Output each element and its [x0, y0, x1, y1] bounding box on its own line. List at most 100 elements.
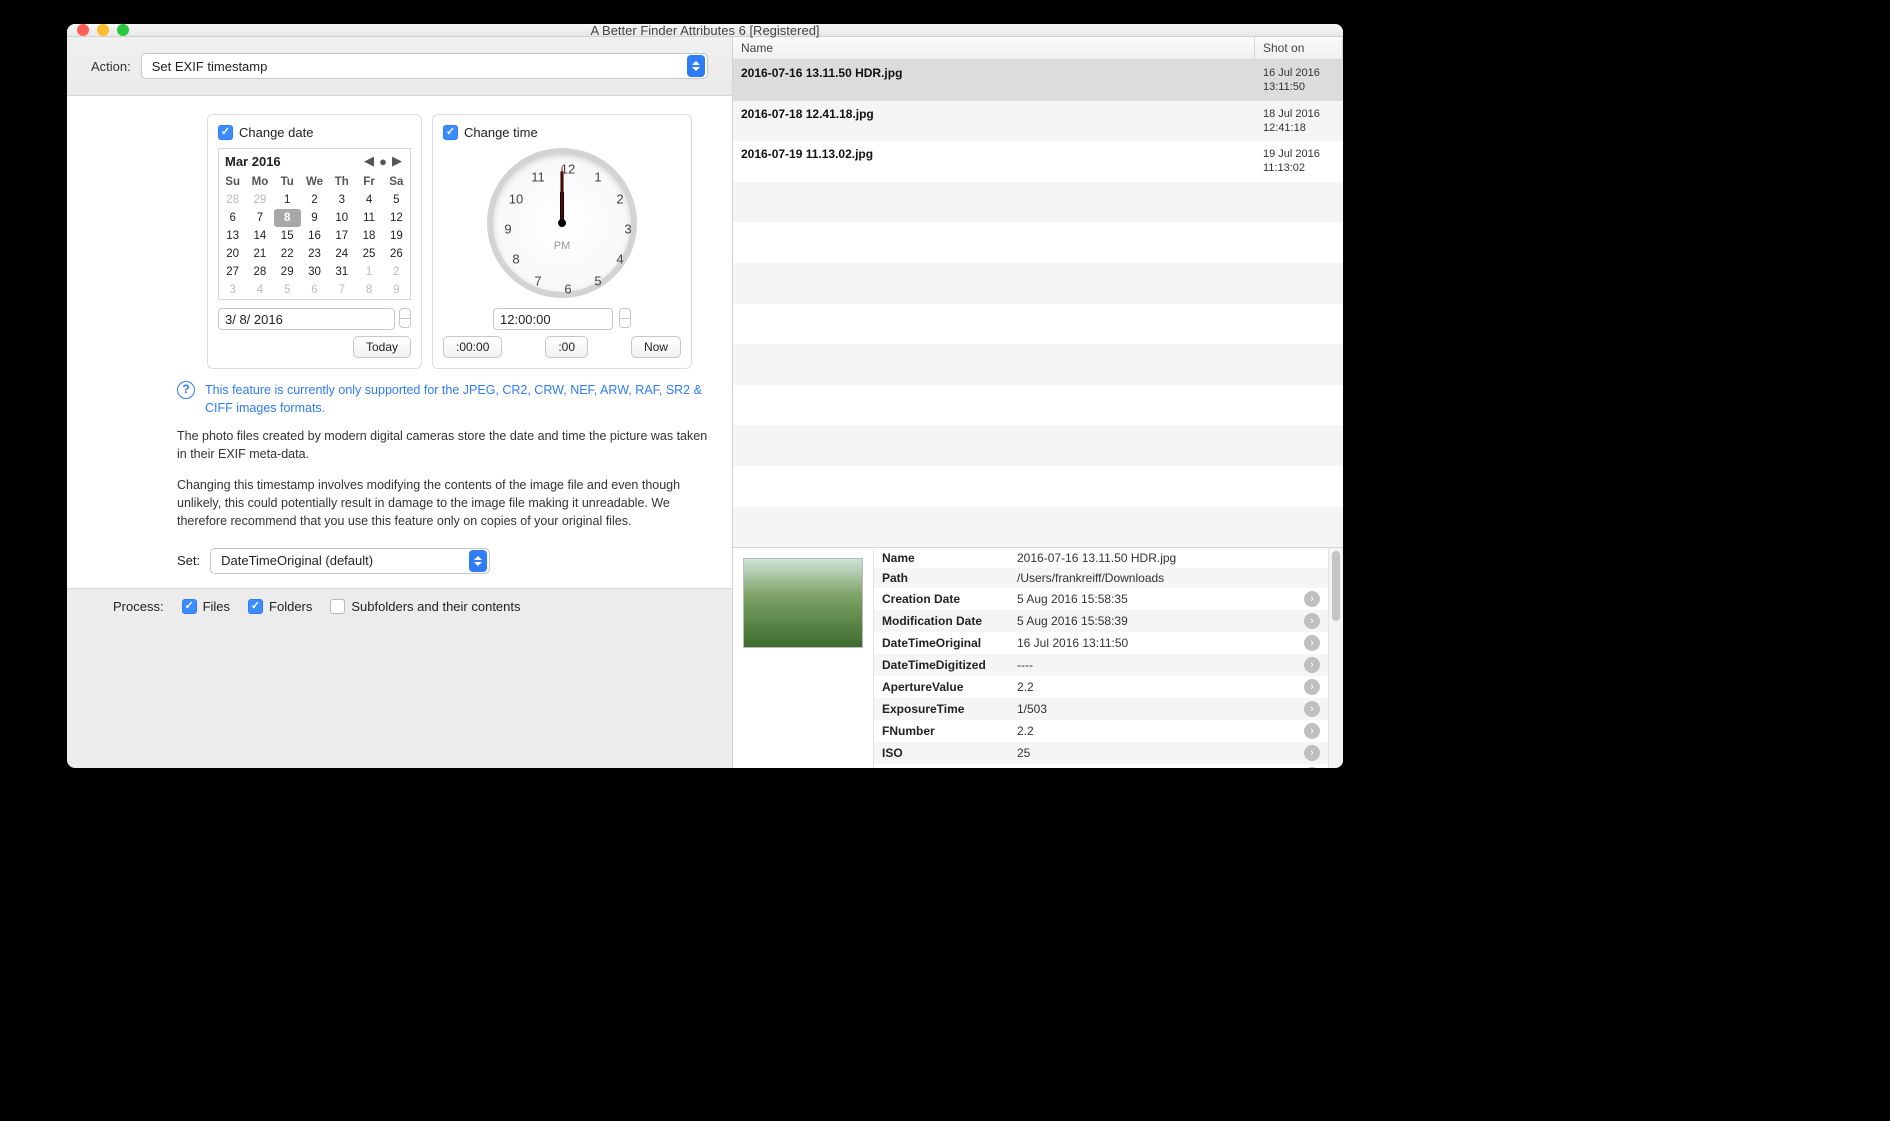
process-subfolders-checkbox[interactable]	[330, 599, 345, 614]
arrow-right-icon[interactable]: ›	[1304, 613, 1320, 629]
zero-minutes-button[interactable]: :00	[545, 336, 588, 358]
arrow-right-icon[interactable]: ›	[1304, 635, 1320, 651]
table-row[interactable]: 2016-07-19 11.13.02.jpg 19 Jul 201611:13…	[733, 141, 1343, 182]
calendar-day[interactable]: 4	[246, 281, 273, 299]
calendar-day[interactable]: 15	[274, 227, 301, 245]
property-row: Name2016-07-16 13.11.50 HDR.jpg	[874, 548, 1328, 568]
thumbnail-image	[743, 558, 863, 648]
calendar-day[interactable]: 28	[246, 263, 273, 281]
help-paragraph-1: The photo files created by modern digita…	[177, 427, 708, 463]
calendar-day[interactable]: 3	[219, 281, 246, 299]
calendar-day[interactable]: 2	[301, 191, 328, 209]
close-icon[interactable]	[77, 24, 89, 36]
now-button[interactable]: Now	[631, 336, 681, 358]
calendar-day[interactable]: 7	[246, 209, 273, 227]
property-row: Creation Date5 Aug 2016 15:58:35 ›	[874, 588, 1328, 610]
calendar-day[interactable]: 28	[219, 191, 246, 209]
time-input[interactable]: 12:00:00	[493, 308, 613, 330]
calendar-day[interactable]: 9	[301, 209, 328, 227]
arrow-right-icon[interactable]: ›	[1304, 591, 1320, 607]
table-row[interactable]: 2016-07-18 12.41.18.jpg 18 Jul 201612:41…	[733, 101, 1343, 142]
property-row: LensMakeApple ›	[874, 764, 1328, 768]
calendar-day[interactable]: 11	[355, 209, 382, 227]
calendar-day[interactable]: 26	[383, 245, 410, 263]
change-time-panel: Change time PM 123456789101112 12:00:00	[432, 114, 692, 369]
change-date-checkbox[interactable]	[218, 125, 233, 140]
calendar-day[interactable]: 29	[246, 191, 273, 209]
minimize-icon[interactable]	[97, 24, 109, 36]
calendar-day[interactable]: 16	[301, 227, 328, 245]
calendar-grid[interactable]: SuMoTuWeThFrSa28291234567891011121314151…	[219, 173, 410, 299]
calendar-day[interactable]: 21	[246, 245, 273, 263]
today-button[interactable]: Today	[353, 336, 411, 358]
calendar-day[interactable]: 14	[246, 227, 273, 245]
calendar-day[interactable]: 6	[301, 281, 328, 299]
calendar-day[interactable]: 31	[328, 263, 355, 281]
calendar-day[interactable]: 25	[355, 245, 382, 263]
calendar-next-icon[interactable]: ▶	[390, 153, 404, 169]
action-label: Action:	[91, 59, 131, 74]
clock-icon[interactable]: PM 123456789101112	[487, 148, 637, 298]
arrow-right-icon[interactable]: ›	[1304, 723, 1320, 739]
calendar-day[interactable]: 10	[328, 209, 355, 227]
process-folders-checkbox[interactable]	[248, 599, 263, 614]
calendar-day[interactable]: 19	[383, 227, 410, 245]
properties-list[interactable]: Name2016-07-16 13.11.50 HDR.jpg Path/Use…	[873, 548, 1329, 768]
calendar-day[interactable]: 13	[219, 227, 246, 245]
arrow-right-icon[interactable]: ›	[1304, 767, 1320, 768]
calendar-day[interactable]: 5	[274, 281, 301, 299]
titlebar: A Better Finder Attributes 6 [Registered…	[67, 24, 1343, 37]
calendar-day[interactable]: 1	[355, 263, 382, 281]
calendar-day[interactable]: 8	[355, 281, 382, 299]
calendar-day[interactable]: 18	[355, 227, 382, 245]
calendar-day[interactable]: 30	[301, 263, 328, 281]
calendar-day[interactable]: 3	[328, 191, 355, 209]
calendar-day[interactable]: 8	[274, 209, 301, 227]
help-icon[interactable]: ?	[177, 381, 195, 399]
calendar-day[interactable]: 4	[355, 191, 382, 209]
arrow-right-icon[interactable]: ›	[1304, 657, 1320, 673]
calendar-day[interactable]: 27	[219, 263, 246, 281]
calendar-day[interactable]: 24	[328, 245, 355, 263]
calendar-day[interactable]: 5	[383, 191, 410, 209]
column-shot-on[interactable]: Shot on	[1255, 37, 1343, 59]
file-table[interactable]: 2016-07-16 13.11.50 HDR.jpg 16 Jul 20161…	[733, 60, 1343, 547]
calendar-day[interactable]: 1	[274, 191, 301, 209]
window-title: A Better Finder Attributes 6 [Registered…	[67, 24, 1343, 38]
action-select[interactable]: Set EXIF timestamp	[141, 53, 708, 79]
property-row: ISO25 ›	[874, 742, 1328, 764]
calendar-day[interactable]: 7	[328, 281, 355, 299]
calendar-today-icon[interactable]: ●	[376, 154, 390, 169]
change-date-panel: Change date Mar 2016 ◀ ● ▶ SuMoTuWeThFrS…	[207, 114, 422, 369]
table-row	[733, 425, 1343, 466]
table-row[interactable]: 2016-07-16 13.11.50 HDR.jpg 16 Jul 20161…	[733, 60, 1343, 101]
zero-seconds-button[interactable]: :00:00	[443, 336, 502, 358]
file-table-header: Name Shot on	[733, 37, 1343, 60]
calendar: Mar 2016 ◀ ● ▶ SuMoTuWeThFrSa28291234567…	[218, 148, 411, 300]
date-input[interactable]: 3/ 8/ 2016	[218, 308, 395, 330]
calendar-day[interactable]: 20	[219, 245, 246, 263]
set-select[interactable]: DateTimeOriginal (default)	[210, 548, 490, 574]
calendar-day[interactable]: 12	[383, 209, 410, 227]
change-time-checkbox[interactable]	[443, 125, 458, 140]
calendar-day[interactable]: 23	[301, 245, 328, 263]
arrow-right-icon[interactable]: ›	[1304, 745, 1320, 761]
calendar-day[interactable]: 29	[274, 263, 301, 281]
arrow-right-icon[interactable]: ›	[1304, 679, 1320, 695]
zoom-icon[interactable]	[117, 24, 129, 36]
column-name[interactable]: Name	[733, 37, 1255, 59]
scrollbar[interactable]	[1329, 548, 1343, 768]
calendar-day[interactable]: 22	[274, 245, 301, 263]
date-stepper[interactable]	[399, 308, 411, 328]
feature-note: This feature is currently only supported…	[205, 381, 708, 417]
calendar-prev-icon[interactable]: ◀	[362, 153, 376, 169]
calendar-day[interactable]: 6	[219, 209, 246, 227]
arrow-right-icon[interactable]: ›	[1304, 701, 1320, 717]
process-files-checkbox[interactable]	[182, 599, 197, 614]
calendar-day[interactable]: 17	[328, 227, 355, 245]
chevron-updown-icon	[687, 55, 705, 77]
time-stepper[interactable]	[619, 308, 631, 328]
table-row	[733, 182, 1343, 223]
calendar-day[interactable]: 9	[383, 281, 410, 299]
calendar-day[interactable]: 2	[383, 263, 410, 281]
